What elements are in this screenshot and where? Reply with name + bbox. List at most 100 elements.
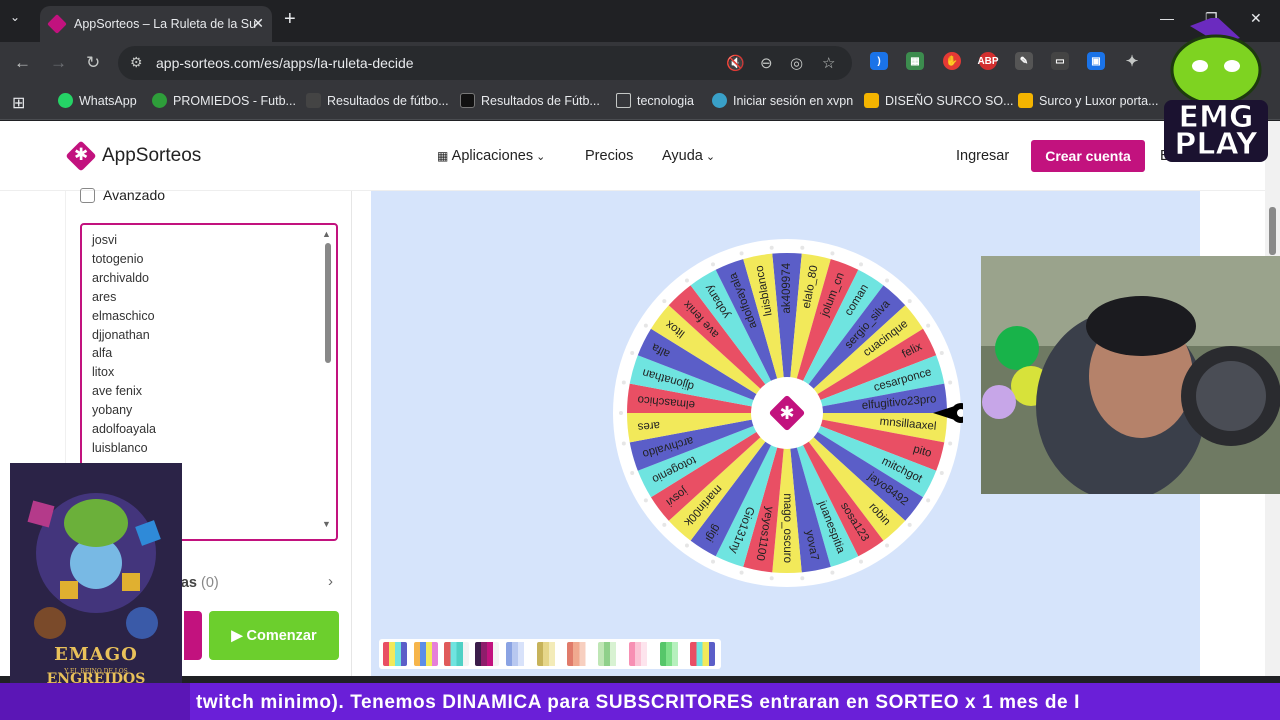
rim-dot <box>711 262 716 267</box>
entry-line[interactable]: ave fenix <box>92 384 142 398</box>
palette-swatch[interactable] <box>475 642 500 666</box>
extension-feather-icon[interactable]: ✎ <box>1015 52 1033 70</box>
extension-screen-icon[interactable]: ▣ <box>1087 52 1105 70</box>
shuffle-button[interactable] <box>184 611 202 660</box>
promiedos-icon <box>152 93 167 108</box>
palette-swatch[interactable] <box>505 642 531 666</box>
entry-line[interactable]: ares <box>92 290 116 304</box>
bookmark-resultados-1[interactable]: Resultados de fútbo... <box>306 93 449 108</box>
create-account-button[interactable]: Crear cuenta <box>1031 140 1145 172</box>
stream-ticker: twitch minimo). Tenemos DINAMICA para SU… <box>0 683 1280 720</box>
rim-dot <box>907 299 912 304</box>
appsorteos-logo[interactable]: ✱ AppSorteos <box>64 139 201 173</box>
entry-line[interactable]: josvi <box>92 233 117 247</box>
textarea-scrollbar[interactable]: ▲ ▼ <box>322 229 334 535</box>
nav-apps[interactable]: ▦ Aplicaciones ⌄ <box>437 148 545 164</box>
scrollbar-thumb[interactable] <box>325 243 331 363</box>
ticker-left-block <box>0 683 190 720</box>
scroll-down-icon[interactable]: ▼ <box>322 519 331 529</box>
start-button[interactable]: ▶ Comenzar <box>209 611 339 660</box>
rim-dot <box>948 441 953 446</box>
rim-dot <box>939 470 944 475</box>
palette-swatch[interactable] <box>659 642 684 666</box>
entry-line[interactable]: adolfoayala <box>92 422 156 436</box>
bookmark-surco-luxor[interactable]: Surco y Luxor porta... <box>1018 93 1159 108</box>
login-link[interactable]: Ingresar <box>956 148 1009 164</box>
bookmarks-bar: ⊞ WhatsApp PROMIEDOS - Futb... Resultado… <box>0 84 1280 120</box>
extensions-puzzle-icon[interactable]: ✦ <box>1123 52 1141 70</box>
zoom-icon[interactable]: ⊖ <box>760 54 773 72</box>
bookmark-tecnologia[interactable]: tecnologia <box>616 93 694 108</box>
site-info-icon[interactable]: ⚙ <box>130 54 143 71</box>
nav-help[interactable]: Ayuda ⌄ <box>662 148 715 164</box>
bookmark-diseno-surco[interactable]: DISEÑO SURCO SO... <box>864 93 1014 108</box>
entry-line[interactable]: luisblanco <box>92 441 148 455</box>
hub-star-icon: ✱ <box>779 403 794 423</box>
emago-poster: EMAGO Y EL REINO DE LOS ENGREIDOS <box>10 463 182 683</box>
rim-dot <box>621 441 626 446</box>
entry-line[interactable]: archivaldo <box>92 271 149 285</box>
bookmark-star-icon[interactable]: ☆ <box>822 54 835 72</box>
logo-text: AppSorteos <box>102 145 202 166</box>
chevron-right-icon[interactable]: › <box>328 573 333 590</box>
entry-line[interactable]: djjonathan <box>92 328 150 342</box>
url-text[interactable]: app-sorteos.com/es/apps/la-ruleta-decide <box>156 55 414 71</box>
rim-dot <box>711 559 716 564</box>
browser-tab[interactable]: AppSorteos – La Ruleta de la Su ✕ <box>40 6 272 42</box>
forward-icon[interactable]: → <box>50 53 67 73</box>
bookmark-whatsapp[interactable]: WhatsApp <box>58 93 137 108</box>
tab-close-icon[interactable]: ✕ <box>252 15 264 32</box>
entry-line[interactable]: totogenio <box>92 252 143 266</box>
resultados-icon <box>306 93 321 108</box>
poster-title-2: ENGREIDOS <box>46 671 146 683</box>
browser-toolbar: ← → ↻ ⚙ app-sorteos.com/es/apps/la-rulet… <box>0 42 1280 84</box>
palette-swatch[interactable] <box>598 642 623 666</box>
palette-swatch[interactable] <box>383 642 408 666</box>
entry-line[interactable]: alfa <box>92 346 112 360</box>
palette-swatch[interactable] <box>690 642 715 666</box>
palette-swatch[interactable] <box>536 642 561 666</box>
mute-icon[interactable]: 🔇 <box>726 54 745 72</box>
wheel-segment-label: ak409974 <box>781 262 793 313</box>
advanced-checkbox[interactable]: Avanzado <box>80 187 165 203</box>
bookmark-xvpn[interactable]: Iniciar sesión en xvpn <box>712 93 853 108</box>
rim-dot <box>619 411 623 415</box>
palette-swatch[interactable] <box>628 642 654 666</box>
extension-flag-icon[interactable]: ▦ <box>906 52 924 70</box>
rim-dot <box>948 380 953 385</box>
roulette-wheel[interactable]: ak409974 elalo_80 jolum_cn coman sergio_silv… <box>611 237 971 589</box>
wheel-segment-label: ares <box>637 419 661 433</box>
extension-cast-icon[interactable]: ▭ <box>1051 52 1069 70</box>
new-tab-icon[interactable]: + <box>284 8 296 31</box>
entry-line[interactable]: elmaschico <box>92 309 155 323</box>
rim-dot <box>643 323 648 328</box>
rim-dot <box>830 251 835 256</box>
palette-swatch[interactable] <box>444 642 469 666</box>
xvpn-icon <box>712 93 727 108</box>
palette-swatch[interactable] <box>567 642 592 666</box>
extension-stop-icon[interactable]: ✋ <box>943 52 961 70</box>
nav-prices[interactable]: Precios <box>585 148 633 164</box>
rim-dot <box>885 278 890 283</box>
results-header[interactable]: tas (0) <box>176 575 219 591</box>
adblock-icon[interactable]: ABP <box>977 52 999 70</box>
bookmark-resultados-2[interactable]: Resultados de Fútb... <box>460 93 600 108</box>
palette-swatch[interactable] <box>413 642 438 666</box>
rim-dot <box>858 262 863 267</box>
reload-icon[interactable]: ↻ <box>86 53 100 73</box>
bookmark-promiedos[interactable]: PROMIEDOS - Futb... <box>152 93 296 108</box>
address-bar[interactable]: ⚙ app-sorteos.com/es/apps/la-ruleta-deci… <box>118 46 852 80</box>
entry-line[interactable]: litox <box>92 365 114 379</box>
back-icon[interactable]: ← <box>14 53 31 73</box>
checkbox-icon[interactable] <box>80 187 95 203</box>
extension-voice-icon[interactable]: ) <box>870 52 888 70</box>
wheel-svg[interactable]: ak409974 elalo_80jolum_cncomansergio_silv… <box>611 237 971 589</box>
apps-grid-icon[interactable]: ⊞ <box>12 93 25 113</box>
tab-search-icon[interactable]: ⌄ <box>10 10 20 24</box>
rim-dot <box>800 245 805 250</box>
entry-line[interactable]: yobany <box>92 403 132 417</box>
scroll-up-icon[interactable]: ▲ <box>322 229 331 239</box>
page-scrollbar-thumb[interactable] <box>1269 207 1276 255</box>
rim-dot <box>739 570 744 575</box>
tracking-icon[interactable]: ◎ <box>790 54 803 72</box>
